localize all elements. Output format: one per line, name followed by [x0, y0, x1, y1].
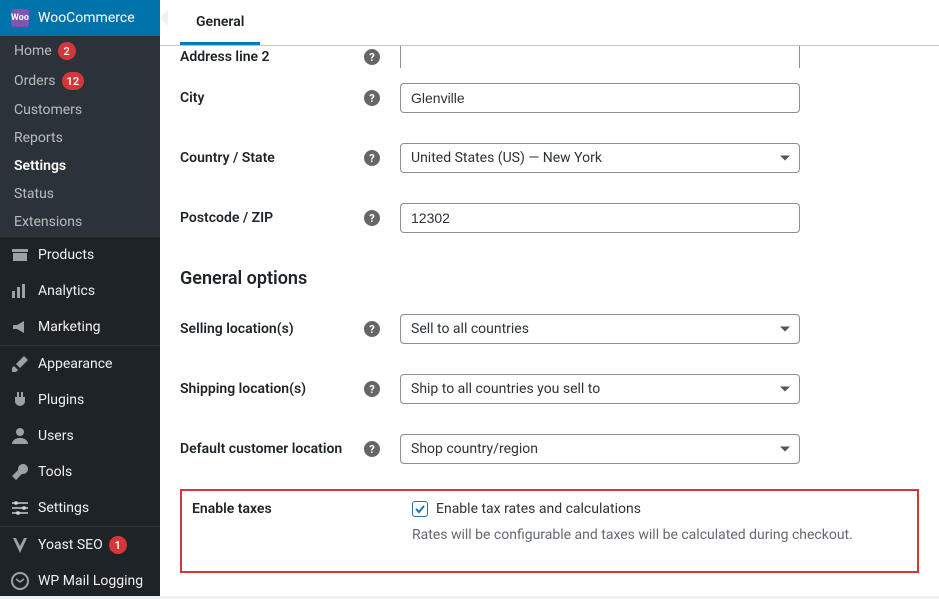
- help-icon[interactable]: ?: [364, 381, 380, 397]
- home-badge: 2: [58, 42, 76, 60]
- plug-icon: [10, 390, 30, 410]
- field-label: Enable taxes: [192, 501, 412, 517]
- sidebar-subitem-customers[interactable]: Customers: [0, 96, 160, 124]
- brush-icon: [10, 354, 30, 374]
- settings-form: Address line 2 ? City ? Country / State …: [160, 46, 939, 596]
- form-row-enable-taxes: Enable taxes Enable tax rates and calcul…: [192, 501, 907, 561]
- address-line-2-input[interactable]: [400, 46, 800, 68]
- field-label: Address line 2 ?: [180, 49, 400, 65]
- sidebar-item-appearance[interactable]: Appearance: [0, 346, 160, 382]
- field-label: Shipping location(s) ?: [180, 381, 400, 397]
- sidebar-item-marketing[interactable]: Marketing: [0, 309, 160, 345]
- settings-tab-bar: General: [160, 0, 939, 46]
- sidebar-item-plugins[interactable]: Plugins: [0, 382, 160, 418]
- woo-icon: Woo: [10, 8, 30, 28]
- user-icon: [10, 426, 30, 446]
- sidebar-item-users[interactable]: Users: [0, 418, 160, 454]
- help-icon[interactable]: ?: [364, 441, 380, 457]
- help-icon[interactable]: ?: [364, 150, 380, 166]
- yoast-icon: [10, 535, 30, 555]
- field-label: Default customer location ?: [180, 441, 400, 457]
- sidebar-item-label: Yoast SEO: [38, 537, 103, 553]
- orders-badge: 12: [62, 72, 85, 90]
- sidebar-item-yoast-seo[interactable]: Yoast SEO 1: [0, 527, 160, 563]
- mail-icon: [10, 571, 30, 591]
- sidebar-item-label: Marketing: [38, 319, 101, 335]
- admin-sidebar: Woo WooCommerce Home 2 Orders 12 Custome…: [0, 0, 160, 596]
- help-icon[interactable]: ?: [364, 210, 380, 226]
- sidebar-item-label: Tools: [38, 464, 72, 480]
- sliders-icon: [10, 498, 30, 518]
- sidebar-subitem-label: Reports: [14, 130, 63, 146]
- form-row-default-customer-location: Default customer location ? Shop country…: [180, 419, 919, 479]
- general-options-heading: General options: [180, 248, 919, 299]
- sidebar-item-label: Settings: [38, 500, 89, 516]
- field-label: Postcode / ZIP ?: [180, 210, 400, 226]
- field-label: Selling location(s) ?: [180, 321, 400, 337]
- sidebar-item-products[interactable]: Products: [0, 237, 160, 273]
- sidebar-subitem-label: Orders: [14, 73, 56, 89]
- sidebar-item-label: WP Mail Logging: [38, 573, 143, 589]
- default-customer-location-select[interactable]: Shop country/region: [400, 434, 800, 464]
- form-row-postcode: Postcode / ZIP ?: [180, 188, 919, 248]
- help-icon[interactable]: ?: [364, 321, 380, 337]
- sidebar-subitem-orders[interactable]: Orders 12: [0, 66, 160, 96]
- bar-chart-icon: [10, 281, 30, 301]
- wrench-icon: [10, 462, 30, 482]
- sidebar-item-label: Analytics: [38, 283, 95, 299]
- form-row-country-state: Country / State ? United States (US) — N…: [180, 128, 919, 188]
- sidebar-item-settings[interactable]: Settings: [0, 490, 160, 526]
- form-row-selling-locations: Selling location(s) ? Sell to all countr…: [180, 299, 919, 359]
- sidebar-item-label: Plugins: [38, 392, 84, 408]
- tab-general[interactable]: General: [180, 2, 260, 45]
- selling-locations-select[interactable]: Sell to all countries: [400, 314, 800, 344]
- sidebar-subitem-label: Extensions: [14, 214, 82, 230]
- sidebar-subitem-label: Status: [14, 186, 54, 202]
- megaphone-icon: [10, 317, 30, 337]
- sidebar-subitem-status[interactable]: Status: [0, 180, 160, 208]
- sidebar-subitem-extensions[interactable]: Extensions: [0, 208, 160, 236]
- sidebar-item-analytics[interactable]: Analytics: [0, 273, 160, 309]
- sidebar-item-label: Appearance: [38, 356, 112, 372]
- form-row-address-line-2: Address line 2 ?: [180, 46, 919, 68]
- sidebar-subitem-label: Home: [14, 43, 52, 59]
- sidebar-item-label: Users: [38, 428, 74, 444]
- sidebar-subitem-label: Settings: [14, 158, 66, 174]
- field-label: Country / State ?: [180, 150, 400, 166]
- form-row-city: City ?: [180, 68, 919, 128]
- sidebar-subitem-settings[interactable]: Settings: [0, 152, 160, 180]
- help-icon[interactable]: ?: [364, 90, 380, 106]
- postcode-input[interactable]: [400, 203, 800, 233]
- checkbox-label: Enable tax rates and calculations: [436, 501, 641, 517]
- main-content: General Address line 2 ? City ? Country …: [160, 0, 939, 596]
- sidebar-item-tools[interactable]: Tools: [0, 454, 160, 490]
- sidebar-subitem-home[interactable]: Home 2: [0, 36, 160, 66]
- sidebar-item-label: Products: [38, 247, 94, 263]
- help-icon[interactable]: ?: [364, 49, 380, 65]
- sidebar-subitem-reports[interactable]: Reports: [0, 124, 160, 152]
- sidebar-item-wp-mail-logging[interactable]: WP Mail Logging: [0, 563, 160, 599]
- enable-taxes-highlight: Enable taxes Enable tax rates and calcul…: [180, 489, 919, 573]
- country-state-select[interactable]: United States (US) — New York: [400, 143, 800, 173]
- city-input[interactable]: [400, 83, 800, 113]
- field-label: City ?: [180, 90, 400, 106]
- archive-icon: [10, 245, 30, 265]
- yoast-badge: 1: [109, 536, 127, 554]
- enable-taxes-checkbox[interactable]: [412, 501, 428, 517]
- sidebar-item-label: WooCommerce: [38, 10, 135, 26]
- shipping-locations-select[interactable]: Ship to all countries you sell to: [400, 374, 800, 404]
- form-row-shipping-locations: Shipping location(s) ? Ship to all count…: [180, 359, 919, 419]
- sidebar-subitem-label: Customers: [14, 102, 82, 118]
- sidebar-item-woocommerce[interactable]: Woo WooCommerce: [0, 0, 160, 36]
- enable-taxes-description: Rates will be configurable and taxes wil…: [412, 527, 853, 543]
